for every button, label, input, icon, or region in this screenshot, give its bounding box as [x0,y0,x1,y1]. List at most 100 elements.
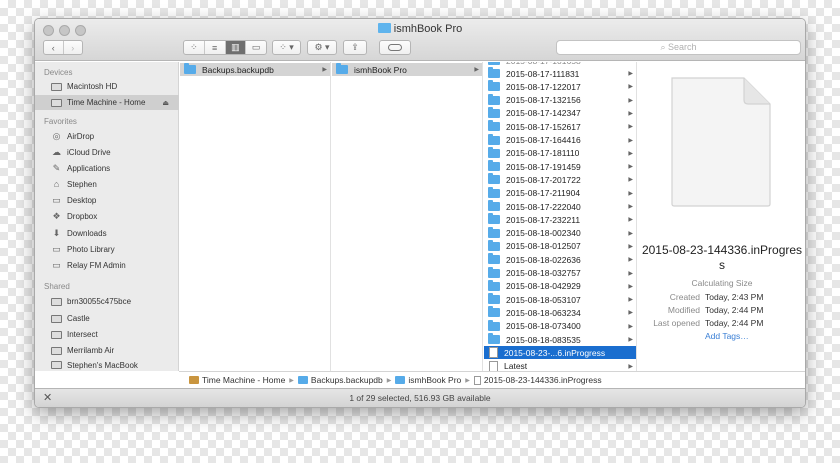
list-item[interactable]: 2015-08-17-211904 ▶ [484,186,636,200]
list-item[interactable]: 2015-08-18-083535 ▶ [484,333,636,346]
search-field[interactable]: ⌕ Search [556,40,801,55]
sidebar-item-castle[interactable]: Castle [35,311,179,326]
action-button[interactable]: ⚙ ▾ [307,40,337,55]
title-bar: ismhBook Pro ‹ › ⁘ ≡ ▥ ▭ ⁘ ▾ ⚙ ▾ ⇪ ⌕ Sea… [35,19,805,61]
arrange-button[interactable]: ⁘ ▾ [272,40,301,55]
path-item[interactable]: ismhBook Pro [408,375,461,385]
folder-icon [336,63,348,74]
cover-flow-icon: ▭ [251,42,261,52]
share-button[interactable]: ⇪ [343,40,367,55]
sidebar-item-downloads[interactable]: ⬇ Downloads [35,226,179,241]
folder-icon [488,239,500,251]
disclosure-arrow-icon: ▶ [628,110,633,117]
list-item[interactable]: Latest ▶ [484,360,636,371]
preview-size: Calculating Size [691,278,753,288]
cloud-icon: ☁ [52,147,61,157]
icon-view-button[interactable]: ⁘ [184,41,205,54]
list-view-button[interactable]: ≡ [205,41,226,54]
document-icon [671,77,771,207]
disclosure-arrow-icon: ▶ [628,243,633,250]
folder-icon [488,306,500,318]
list-item[interactable]: 2015-08-17-132156 ▶ [484,93,636,107]
sidebar-item-photo-library[interactable]: ▭ Photo Library [35,242,179,257]
list-item[interactable]: 2015-08-17-142347 ▶ [484,106,636,120]
finder-window: ismhBook Pro ‹ › ⁘ ≡ ▥ ▭ ⁘ ▾ ⚙ ▾ ⇪ ⌕ Sea… [34,18,806,408]
disclosure-arrow-icon: ▶ [628,84,633,91]
arrange-icon: ⁘ ▾ [279,42,294,52]
dropbox-icon: ❖ [52,211,61,221]
list-item[interactable]: 2015-08-17-181110 ▶ [484,146,636,160]
column-view-button[interactable]: ▥ [225,41,247,54]
disclosure-arrow-icon: ▶ [628,297,633,304]
sidebar-item-desktop[interactable]: ▭ Desktop [35,193,179,208]
disclosure-arrow-icon: ▶ [628,257,633,264]
cover-flow-button[interactable]: ▭ [246,41,266,54]
path-item[interactable]: Time Machine - Home [202,375,285,385]
list-item[interactable]: 2015-08-18-063234 ▶ [484,306,636,319]
sidebar-item-icloud-drive[interactable]: ☁ iCloud Drive [35,145,179,160]
disclosure-arrow-icon: ▶ [628,337,633,343]
disclosure-arrow-icon: ▶ [628,217,633,224]
list-item[interactable]: ismhBook Pro ▶ [332,63,482,76]
chevron-right-icon: › [71,42,75,53]
document-icon [489,347,498,359]
hard-disk-icon [51,98,62,107]
list-item[interactable]: 2015-08-17-232211 ▶ [484,213,636,226]
list-item[interactable]: 2015-08-18-012507 ▶ [484,239,636,253]
sidebar-item-dropbox[interactable]: ❖ Dropbox [35,209,179,224]
sidebar-item-airdrop[interactable]: ◎ AirDrop [35,129,179,144]
add-tags-link[interactable]: Add Tags… [705,331,749,341]
list-item[interactable]: 2015-08-17-164416 ▶ [484,133,636,147]
list-item[interactable]: 2015-08-18-032757 ▶ [484,266,636,280]
folder-icon [488,93,500,105]
sidebar-item-applications[interactable]: ✎ Applications [35,161,179,176]
list-item[interactable]: 2015-08-18-022636 ▶ [484,253,636,266]
downloads-icon: ⬇ [52,228,61,238]
search-placeholder: Search [668,42,697,52]
list-item[interactable]: 2015-08-17-191459 ▶ [484,160,636,173]
tools-icon[interactable]: ✕ [43,389,52,407]
modified-row: Modified Today, 2:44 PM [667,305,764,315]
sidebar-item-merrilamb-air[interactable]: Merrilamb Air [35,343,179,358]
column-view-icon: ▥ [231,42,240,52]
folder-icon [488,200,500,211]
forward-button[interactable]: › [64,41,83,54]
share-icon: ⇪ [351,42,359,52]
laptop-icon [51,346,62,355]
folder-icon [395,376,406,384]
list-item[interactable]: 2015-08-17-201722 ▶ [484,173,636,186]
applications-icon: ✎ [52,163,61,173]
eject-icon[interactable]: ⏏ [162,99,169,107]
list-item[interactable]: 2015-08-18-002340 ▶ [484,226,636,240]
sidebar-item-brn30055c475bce[interactable]: brn30055c475bce [35,294,179,309]
list-item[interactable]: Backups.backupdb ▶ [180,63,330,76]
sidebar-item-macintosh-hd[interactable]: Macintosh HD [35,79,179,94]
computer-icon [51,297,62,306]
back-button[interactable]: ‹ [44,41,64,54]
list-item[interactable]: 2015-08-17-122017 ▶ [484,80,636,93]
sidebar-heading-favorites: Favorites [44,117,77,126]
list-item[interactable]: 2015-08-18-073400 ▶ [484,319,636,333]
folder-icon [488,160,500,172]
list-item[interactable]: 2015-08-18-053107 ▶ [484,293,636,306]
folder-icon [488,293,500,305]
tags-button[interactable] [379,40,411,55]
sidebar-item-stephens-macbook[interactable]: Stephen's MacBook [35,359,179,371]
sidebar-item-stephen[interactable]: ⌂ Stephen [35,177,179,192]
disclosure-arrow-icon: ▶ [628,283,633,290]
last-opened-row: Last opened Today, 2:44 PM [653,318,764,328]
disclosure-arrow-icon: ▶ [628,164,633,171]
sidebar-item-time-machine[interactable]: Time Machine - Home ⏏ [35,95,179,110]
folder-icon [488,319,500,331]
list-item[interactable]: 2015-08-23-...6.inProgress [484,346,636,360]
path-item[interactable]: Backups.backupdb [311,375,383,385]
path-item[interactable]: 2015-08-23-144336.inProgress [484,375,602,385]
sidebar-item-relay-fm-admin[interactable]: ▭ Relay FM Admin [35,258,179,273]
list-item[interactable]: 2015-08-17-111831 ▶ [484,67,636,80]
list-item[interactable]: 2015-08-17-222040 ▶ [484,200,636,213]
folder-icon [488,253,500,265]
home-icon: ⌂ [53,179,60,189]
list-item[interactable]: 2015-08-18-042929 ▶ [484,279,636,293]
list-item[interactable]: 2015-08-17-152617 ▶ [484,120,636,133]
sidebar-item-intersect[interactable]: Intersect [35,327,179,342]
